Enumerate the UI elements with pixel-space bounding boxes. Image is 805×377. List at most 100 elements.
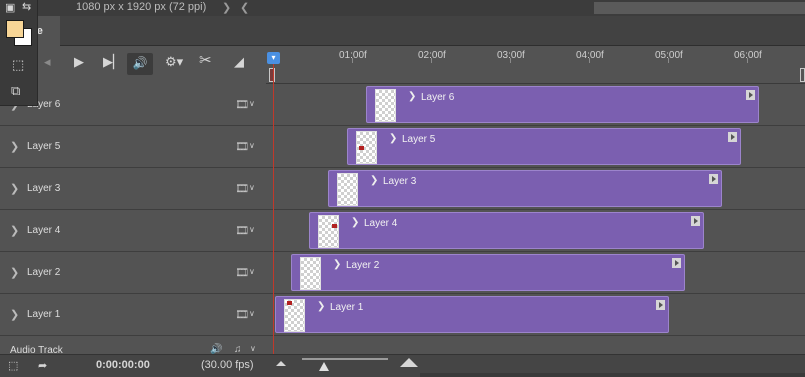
layer-row[interactable]: ❯ Layer 4 🎞 ∨ <box>0 210 266 252</box>
chevron-down-icon[interactable]: ∨ <box>249 141 255 150</box>
clip-label: Layer 3 <box>383 176 417 187</box>
layer-row[interactable]: ❯ Layer 3 🎞 ∨ <box>0 168 266 210</box>
ruler-tick <box>668 58 669 63</box>
layer-row[interactable]: ❯ Layer 1 🎞 ∨ <box>0 294 266 336</box>
ruler-tick <box>589 58 590 63</box>
current-timecode: 0:00:00:00 <box>96 359 150 371</box>
playhead-handle[interactable]: ▾ <box>267 52 280 64</box>
ruler-tick <box>510 58 511 63</box>
clip-label: Layer 6 <box>421 92 455 103</box>
chevron-down-icon[interactable]: ∨ <box>249 225 255 234</box>
expand-chevron-icon[interactable]: ❯ <box>333 259 341 270</box>
layer-clip[interactable]: ❯ Layer 5 <box>347 128 741 165</box>
audio-icon[interactable]: 🔊 <box>127 53 153 75</box>
document-bar: 1080 px x 1920 px (72 ppi) ❯ ❮ <box>0 0 805 16</box>
clip-thumbnail <box>318 215 339 248</box>
layer-row[interactable]: ❯ Layer 2 🎞 ∨ <box>0 252 266 294</box>
playhead-line <box>273 64 274 354</box>
screen-mode-icon[interactable]: ⧉ <box>11 84 20 97</box>
chevron-down-icon[interactable]: ∨ <box>249 99 255 108</box>
chevron-down-icon[interactable]: ∨ <box>249 267 255 276</box>
expand-chevron-icon[interactable]: ❯ <box>389 133 397 144</box>
clip-menu-icon[interactable] <box>691 216 700 226</box>
render-video-icon[interactable]: ➦ <box>38 359 47 372</box>
layer-clip[interactable]: ❯ Layer 1 <box>275 296 669 333</box>
expand-chevron-icon[interactable]: ❯ <box>317 301 325 312</box>
clip-menu-icon[interactable] <box>746 90 755 100</box>
first-frame-icon[interactable]: ◂ <box>44 55 51 68</box>
layer-row[interactable]: ❯ Layer 5 🎞 ∨ <box>0 126 266 168</box>
timeline-status-bar: ⬚ ➦ 0:00:00:00 (30.00 fps) <box>0 354 805 377</box>
layer-row[interactable]: ❯ Layer 6 🎞 ∨ <box>0 84 266 126</box>
layer-clip[interactable]: ❯ Layer 3 <box>328 170 722 207</box>
ruler-tick <box>747 58 748 63</box>
clip-thumbnail <box>337 173 358 206</box>
zoom-slider-track[interactable] <box>302 358 388 360</box>
clip-menu-icon[interactable] <box>656 300 665 310</box>
clip-thumbnail <box>375 89 396 122</box>
zoom-slider-thumb[interactable] <box>319 362 329 371</box>
film-strip-icon[interactable]: 🎞 <box>235 308 249 321</box>
clip-area: ❯ Layer 6 ❯ Layer 5 ❯ Layer 3 ❯ Layer 4 … <box>266 84 805 354</box>
clip-label: Layer 5 <box>402 134 436 145</box>
chevron-down-icon[interactable]: ∨ <box>249 309 255 318</box>
document-info: 1080 px x 1920 px (72 ppi) <box>76 1 207 13</box>
layer-name: Layer 5 <box>27 141 61 152</box>
transition-icon[interactable]: ◢ <box>234 55 244 68</box>
zoom-out-icon[interactable] <box>276 361 286 366</box>
timeline-scrollbar[interactable] <box>420 373 805 377</box>
clip-lane: ❯ Layer 1 <box>266 294 805 336</box>
film-strip-icon[interactable]: 🎞 <box>235 182 249 195</box>
chevron-down-icon[interactable]: ∨ <box>250 344 256 353</box>
layer-list: ❯ Layer 6 🎞 ∨ ❯ Layer 5 🎞 ∨ ❯ Layer 3 🎞 … <box>0 84 266 354</box>
ruler-tick <box>352 58 353 63</box>
default-colors-icon[interactable]: ▣ <box>5 3 15 14</box>
work-area-start-handle[interactable] <box>269 68 275 82</box>
swap-colors-icon[interactable]: ⇆ <box>22 2 31 13</box>
expand-chevron-icon[interactable]: ❯ <box>10 266 19 279</box>
frame-rate: (30.00 fps) <box>201 359 254 371</box>
audio-track-label: Audio Track <box>10 345 63 354</box>
convert-frame-icon[interactable]: ⬚ <box>8 359 18 372</box>
expand-chevron-icon[interactable]: ❯ <box>10 224 19 237</box>
play-icon[interactable]: ▶ <box>74 55 84 68</box>
film-strip-icon[interactable]: 🎞 <box>235 140 249 153</box>
layer-clip[interactable]: ❯ Layer 2 <box>291 254 685 291</box>
split-icon[interactable]: ✂ <box>199 53 212 68</box>
clip-menu-icon[interactable] <box>709 174 718 184</box>
film-strip-icon[interactable]: 🎞 <box>235 266 249 279</box>
horizontal-scrollbar[interactable] <box>594 2 805 14</box>
film-strip-icon[interactable]: 🎞 <box>235 224 249 237</box>
expand-chevron-icon[interactable]: ❯ <box>10 182 19 195</box>
layer-clip[interactable]: ❯ Layer 6 <box>366 86 759 123</box>
clip-thumbnail <box>284 299 305 332</box>
clip-label: Layer 1 <box>330 302 364 313</box>
clip-lane: ❯ Layer 3 <box>266 168 805 210</box>
film-strip-icon[interactable]: 🎞 <box>235 98 249 111</box>
expand-chevron-icon[interactable]: ❯ <box>370 175 378 186</box>
audio-track-row[interactable]: Audio Track 🔊 ♫ ∨ <box>0 338 266 354</box>
expand-chevron-icon[interactable]: ❯ <box>10 308 19 321</box>
layer-clip[interactable]: ❯ Layer 4 <box>309 212 704 249</box>
layer-name: Layer 3 <box>27 183 61 194</box>
quick-mask-icon[interactable]: ⬚ <box>12 58 24 71</box>
expand-chevron-icon[interactable]: ❯ <box>351 217 359 228</box>
timeline-panel: 1080 px x 1920 px (72 ppi) ❯ ❮ ne ▣ ⇆ ⬚ … <box>0 0 805 377</box>
chevron-right-icon[interactable]: ❯ <box>222 1 231 14</box>
chevron-left-icon[interactable]: ❮ <box>240 1 249 14</box>
music-note-icon[interactable]: ♫ <box>234 344 242 354</box>
next-frame-icon[interactable]: ▶▏ <box>103 55 123 68</box>
zoom-in-icon[interactable] <box>400 358 418 367</box>
ruler-tick <box>431 58 432 63</box>
clip-menu-icon[interactable] <box>728 132 737 142</box>
settings-icon[interactable]: ⚙▾ <box>165 55 183 68</box>
work-area-end-handle[interactable] <box>800 68 805 82</box>
foreground-color-swatch[interactable] <box>6 20 24 38</box>
speaker-icon[interactable]: 🔊 <box>210 344 222 354</box>
chevron-down-icon[interactable]: ∨ <box>249 183 255 192</box>
time-ruler[interactable]: ▾ 01:00f 02:00f 03:00f 04:00f 05:00f 06:… <box>266 46 805 84</box>
expand-chevron-icon[interactable]: ❯ <box>10 140 19 153</box>
clip-menu-icon[interactable] <box>672 258 681 268</box>
clip-lane: ❯ Layer 6 <box>266 84 805 126</box>
expand-chevron-icon[interactable]: ❯ <box>408 91 416 102</box>
